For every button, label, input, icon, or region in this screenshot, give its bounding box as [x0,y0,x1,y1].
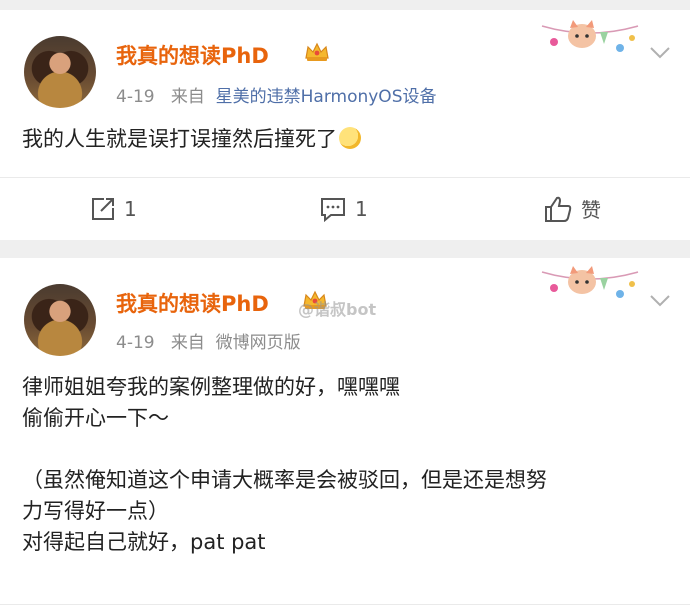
source-prefix: 来自 [170,333,205,353]
post-text-line: （虽然俺知道这个申请大概率是会被驳回，但是还是想努 [22,468,547,492]
source-label: 微博网页版 [215,333,301,353]
repost-icon [92,198,114,220]
post-text: 我的人生就是误打误撞然后撞死了 [22,124,668,155]
source-link[interactable]: 星美的违禁HarmonyOS设备 [216,87,437,107]
comment-icon [321,198,345,222]
post-date: 4-19 [116,87,155,107]
avatar[interactable] [24,284,96,356]
post-card-1: 我真的想读PhD 4-19 来自 星美的违禁HarmonyOS设备 我的人生就是… [0,10,690,240]
action-divider [0,177,690,178]
chevron-down-icon[interactable] [648,40,672,64]
vip-crown-icon [305,42,329,61]
like-label: 赞 [581,198,601,222]
action-divider [0,604,690,605]
chevron-down-icon[interactable] [648,288,672,312]
card-decoration-icon [541,266,639,298]
thinking-face-emoji-icon [339,127,361,149]
post-date: 4-19 [116,333,155,353]
post-card-2: 我真的想读PhD @谐叔bot 4-19 来自 微博网页版 律师姐姐夸我的案例整… [0,258,690,613]
avatar[interactable] [24,36,96,108]
post-text-line: 偷偷开心一下～ [22,406,169,430]
watermark: @谐叔bot [298,300,377,319]
post-text-line: 力写得好一点） [22,499,169,523]
post-text-line: 我的人生就是误打误撞然后撞死了 [22,127,337,151]
post-text-line: 律师姐姐夸我的案例整理做的好，嘿嘿嘿 [22,375,400,399]
post-text-line: 对得起自己就好，pat pat [22,530,266,554]
card-decoration-icon [541,20,639,52]
post-meta: 4-19 来自 星美的违禁HarmonyOS设备 [116,82,436,107]
comment-count: 1 [355,197,368,221]
like-button[interactable]: 赞 [543,194,601,223]
comment-button[interactable]: 1 [319,196,368,222]
repost-count: 1 [124,197,137,221]
post-text: 律师姐姐夸我的案例整理做的好，嘿嘿嘿 偷偷开心一下～ （虽然俺知道这个申请大概率… [22,372,668,558]
repost-button[interactable]: 1 [90,196,137,222]
post-meta: 4-19 来自 微博网页版 [116,328,301,353]
username[interactable]: 我真的想读PhD [116,40,269,70]
thumbs-up-icon [545,196,572,222]
username[interactable]: 我真的想读PhD [116,288,269,318]
source-prefix: 来自 [170,87,205,107]
post-text-line [22,434,668,465]
